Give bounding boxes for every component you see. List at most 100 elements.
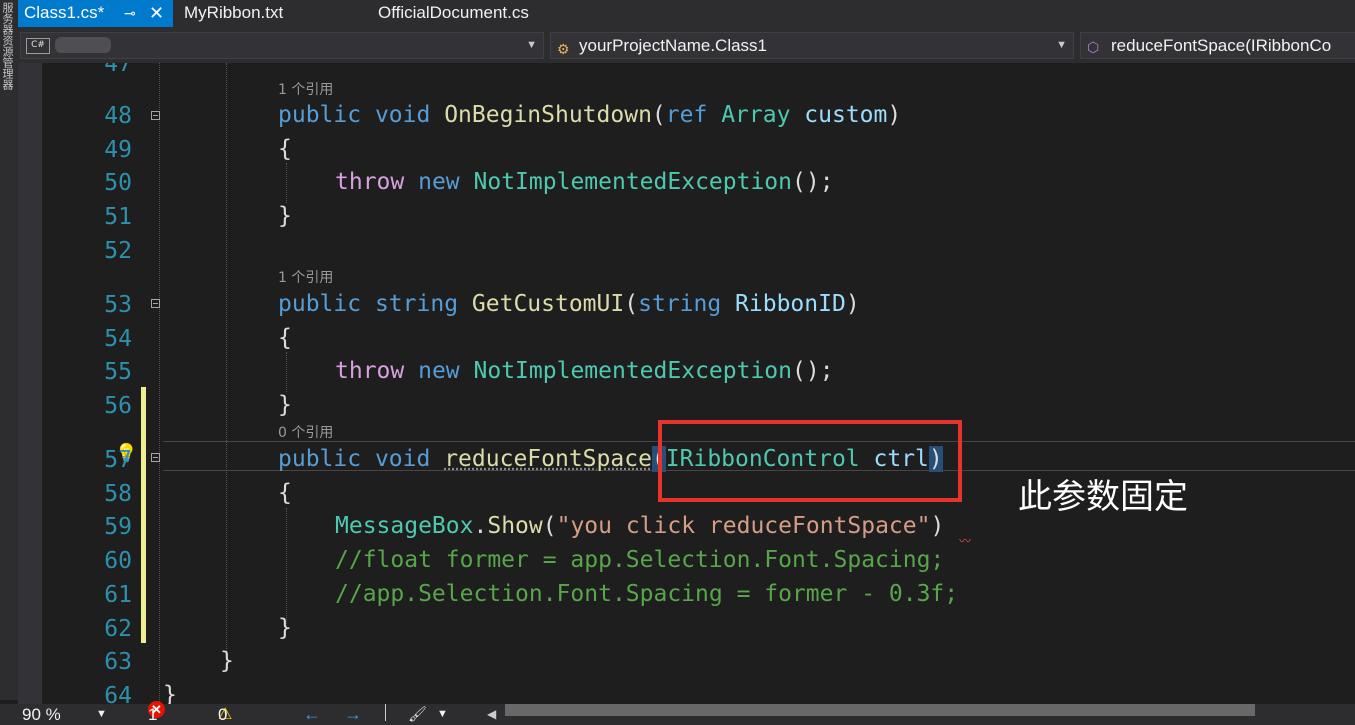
error-squiggle: 〰 [959,534,971,548]
scroll-left-icon[interactable]: ◀ [487,704,496,725]
keyword: throw [335,169,405,195]
type-name: Array [721,102,791,128]
keyword: new [418,169,460,195]
punctuation: (); [792,169,834,195]
type-name: NotImplementedException [473,169,793,195]
code-line-49[interactable]: { [278,134,292,164]
line-number: 61 [104,582,132,608]
pin-icon[interactable]: ⊸ [124,0,136,26]
navigate-back-icon[interactable]: ← [303,704,321,725]
punctuation: (); [792,358,834,384]
line-number: 62 [104,616,132,642]
parameter: RibbonID [735,291,846,317]
paren: ( [542,513,557,539]
code-line-63[interactable]: } [220,646,234,676]
code-line-55[interactable]: throw new NotImplementedException(); [335,356,834,386]
code-line-51[interactable]: } [278,201,292,231]
line-number: 48 [104,103,132,129]
string-literal: "you click reduceFontSpace" [556,513,931,539]
code-line-50[interactable]: throw new NotImplementedException(); [335,167,834,197]
editor-margin [18,63,42,704]
code-line-60[interactable]: //float former = app.Selection.Font.Spac… [335,545,944,575]
line-number: 53 [104,292,132,318]
fold-toggle-57[interactable] [151,453,160,462]
line-number: 58 [104,481,132,507]
brush-icon[interactable]: 🖌 [408,704,427,725]
line-number: 47 [104,63,132,77]
chevron-down-icon[interactable]: ▼ [437,704,448,725]
close-icon[interactable]: ✕ [149,0,164,26]
code-line-64[interactable]: } [163,680,177,704]
keyword: public [278,446,362,472]
line-number: 60 [104,548,132,574]
member-label: reduceFontSpace(IRibbonCo [1111,36,1332,55]
line-number: 50 [104,170,132,196]
keyword: throw [335,358,405,384]
type-name: MessageBox [335,513,474,539]
method-name: GetCustomUI [471,291,625,317]
line-number: 56 [104,393,132,419]
annotation-text: 此参数固定 [1018,477,1188,517]
code-line-61[interactable]: //app.Selection.Font.Spacing = former - … [335,579,958,609]
code-line-62[interactable]: } [278,613,292,643]
keyword: new [418,358,460,384]
keyword: void [374,102,431,128]
line-number: 49 [104,137,132,163]
tab-bar: Class1.cs* ⊸ ✕ MyRibbon.txt OfficialDocu… [0,0,1355,27]
tab-officialdocument[interactable]: OfficialDocument.cs [372,0,572,27]
code-line-53[interactable]: public string GetCustomUI(string RibbonI… [278,289,860,319]
keyword: string [638,291,722,317]
error-count-value: 1 [148,705,158,724]
line-number: 51 [104,204,132,230]
code-line-54[interactable]: { [278,323,292,353]
tab-class1[interactable]: Class1.cs* ⊸ ✕ [18,0,173,27]
server-explorer-tab[interactable]: 服务器资源管理器 [1,2,15,90]
paren: ) [887,102,902,128]
paren: ) [930,513,945,539]
indent-guide [226,63,227,663]
reference-count[interactable]: 1 个引用 [278,267,333,287]
class-dropdown[interactable]: ⚙ yourProjectName.Class1 ▼ [550,32,1074,59]
fold-toggle-53[interactable] [151,299,160,308]
reference-count[interactable]: 0 个引用 [278,422,333,442]
zoom-level[interactable]: 90 % [22,704,61,725]
code-line-58[interactable]: { [278,478,292,508]
parameter: custom [804,102,888,128]
fold-toggle-48[interactable] [151,111,160,120]
keyword: public [278,291,362,317]
annotation-highlight-box [658,420,962,502]
paren: ) [845,291,860,317]
navigate-forward-icon[interactable]: → [344,704,362,725]
line-number: 57 [104,447,132,473]
line-number: 54 [104,326,132,352]
line-number: 63 [104,649,132,675]
chevron-down-icon[interactable]: ▼ [96,704,107,725]
chevron-down-icon: ▼ [1056,39,1067,51]
code-line-48[interactable]: public void OnBeginShutdown(ref Array cu… [278,100,901,130]
type-name: NotImplementedException [473,358,793,384]
method-name: OnBeginShutdown [444,102,652,128]
keyword: void [374,446,431,472]
punctuation: . [473,513,488,539]
reference-count[interactable]: 1 个引用 [278,79,333,99]
blurred-project-name [55,37,111,53]
csharp-project-icon: C# [26,38,50,54]
chevron-down-icon: ▼ [526,39,537,51]
indent-guide [286,508,287,628]
horizontal-scrollbar[interactable] [505,704,1255,716]
keyword: public [278,102,362,128]
line-number: 64 [104,683,132,704]
warning-count-value: 0 [218,705,228,724]
keyword: string [374,291,459,317]
left-tool-strip[interactable]: 服务器资源管理器 [0,0,18,700]
code-editor[interactable]: 💡 47 48 49 50 51 52 53 54 55 56 57 58 59… [18,63,1355,704]
outline-guide [159,63,160,704]
code-line-59[interactable]: MessageBox.Show("you click reduceFontSpa… [335,511,944,541]
indent-guide [286,163,287,203]
line-number: 59 [104,514,132,540]
member-dropdown[interactable]: ⬡ reduceFontSpace(IRibbonCo [1080,32,1355,59]
tab-myribbon[interactable]: MyRibbon.txt [178,0,368,27]
code-line-56[interactable]: } [278,390,292,420]
class-label: yourProjectName.Class1 [579,36,768,55]
project-dropdown[interactable]: C# ▼ [20,32,544,59]
